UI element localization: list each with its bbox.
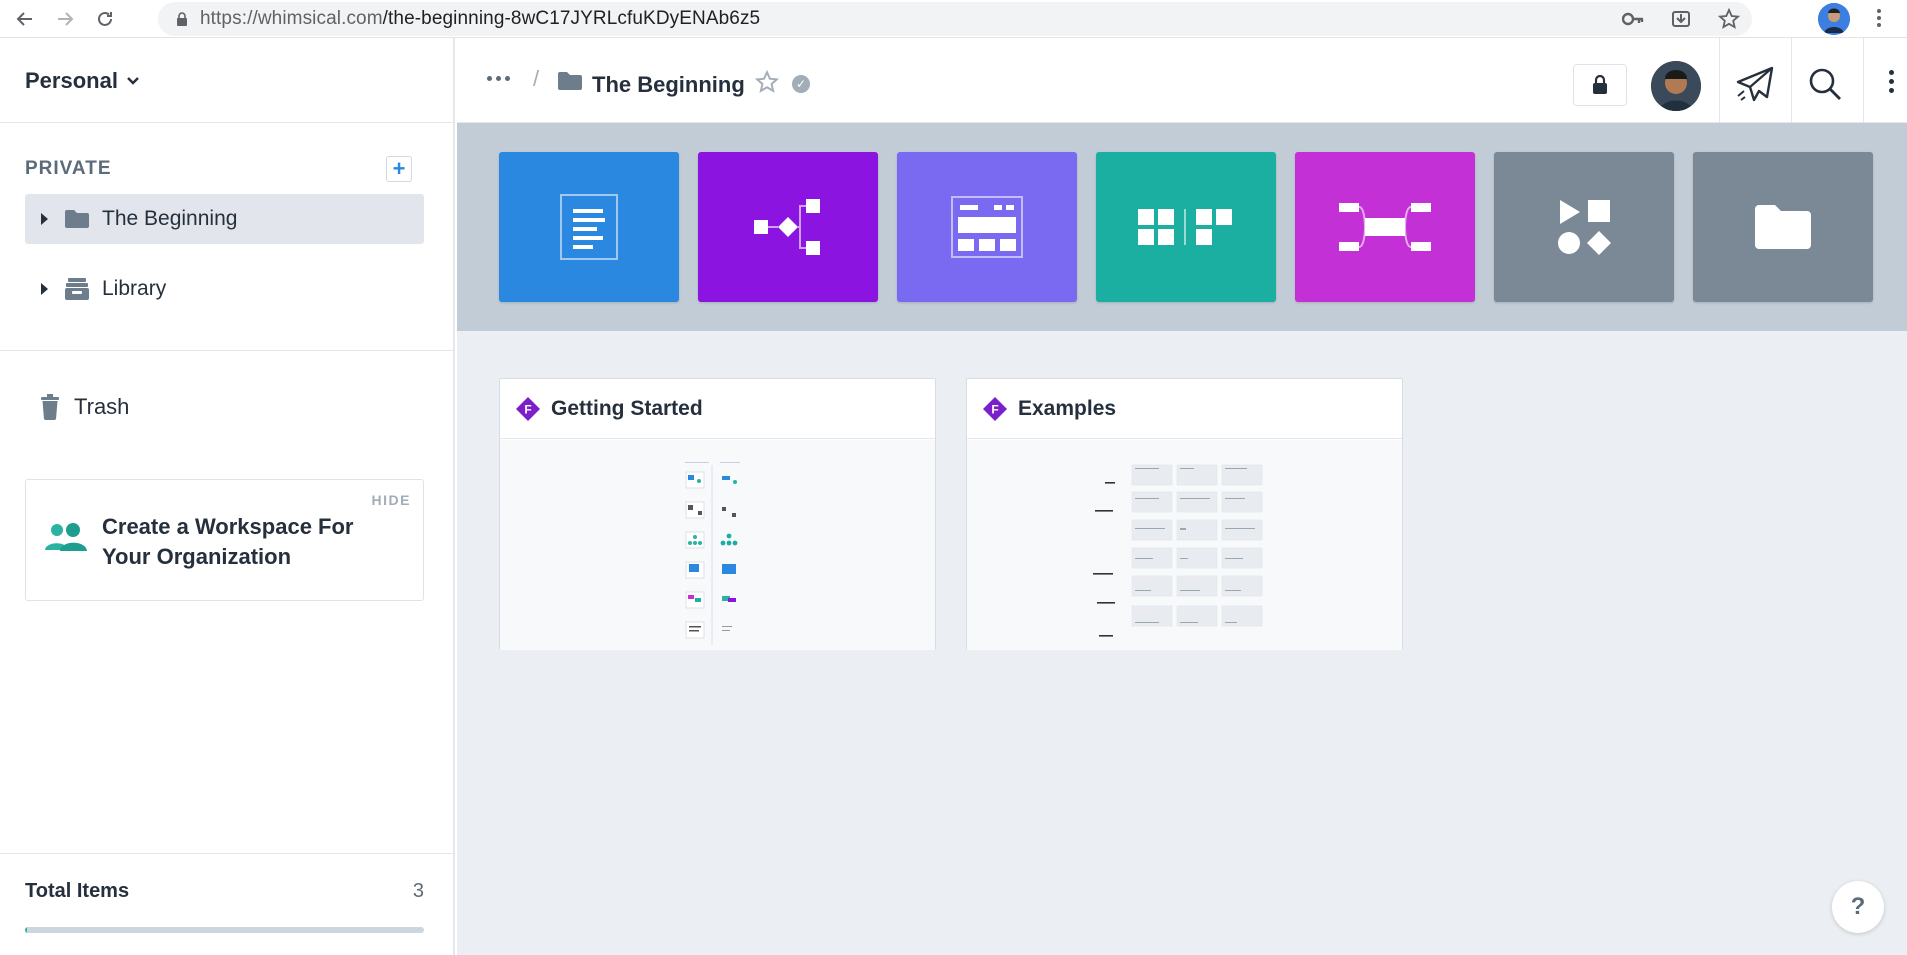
divider: [0, 122, 455, 123]
divider: [0, 853, 455, 854]
browser-profile-avatar[interactable]: [1818, 3, 1850, 35]
create-sticky-notes-tile[interactable]: [1096, 152, 1276, 302]
help-button[interactable]: ?: [1832, 881, 1884, 933]
promo-text: Create a Workspace For Your Organization: [102, 514, 354, 569]
section-label-private: PRIVATE: [25, 158, 112, 179]
install-icon[interactable]: [1670, 8, 1692, 30]
search-icon[interactable]: [1803, 62, 1847, 106]
folder-content: F Getting Started F Examples: [457, 331, 1907, 955]
lock-icon: [1593, 75, 1607, 94]
folder-icon: [557, 71, 583, 96]
bookmark-star-icon[interactable]: [1718, 8, 1740, 30]
sidebar-item-library[interactable]: Library: [25, 264, 424, 314]
usage-progress-fill: [25, 927, 27, 933]
total-items-row: Total Items 3: [25, 880, 424, 903]
file-title: Examples: [1018, 396, 1117, 420]
flowchart-badge-icon: F: [515, 396, 541, 422]
create-flowchart-tile[interactable]: [698, 152, 878, 302]
key-icon[interactable]: [1622, 8, 1644, 30]
file-title: Getting Started: [551, 396, 703, 420]
file-thumbnail: [967, 440, 1402, 650]
workspace-promo-card[interactable]: HIDE Create a Workspace For Your Organiz…: [25, 479, 424, 601]
privacy-lock-button[interactable]: [1573, 64, 1627, 106]
verified-check-icon: ✓: [792, 75, 810, 93]
svg-text:F: F: [524, 402, 531, 416]
total-items-count: 3: [412, 880, 424, 902]
secure-lock-icon: [176, 12, 188, 26]
mind-map-icon: [1339, 203, 1431, 251]
breadcrumb-more-icon[interactable]: [487, 76, 510, 81]
share-send-icon[interactable]: [1733, 62, 1777, 106]
divider: [1719, 38, 1720, 123]
create-folder-tile[interactable]: [1693, 152, 1873, 302]
expand-caret-icon[interactable]: [41, 213, 48, 225]
url-path: /the-beginning-8wC17JYRLcfuKDyENAb6z5: [382, 8, 761, 29]
trash-icon: [41, 394, 59, 420]
main-header: / The Beginning ✓: [457, 38, 1907, 123]
flowchart-icon: [754, 199, 820, 255]
divider: [1791, 38, 1792, 123]
chevron-down-icon: [127, 77, 139, 85]
folder-icon: [64, 208, 90, 230]
sidebar: Personal PRIVATE + The Beginning Library…: [0, 38, 455, 955]
sidebar-item-trash[interactable]: Trash: [40, 394, 129, 420]
add-item-button[interactable]: +: [386, 156, 412, 182]
create-new-bar: [457, 123, 1907, 331]
file-card-examples[interactable]: F Examples: [966, 378, 1403, 650]
create-wireframe-tile[interactable]: [897, 152, 1077, 302]
document-icon: [560, 194, 618, 260]
sidebar-item-the-beginning[interactable]: The Beginning: [25, 194, 424, 244]
file-card-getting-started[interactable]: F Getting Started: [499, 378, 936, 650]
wireframe-icon: [951, 196, 1023, 258]
favorite-star-icon[interactable]: [754, 69, 780, 101]
browser-toolbar: https://whimsical.com/the-beginning-8wC1…: [0, 0, 1907, 38]
sticky-notes-icon: [1138, 209, 1232, 245]
sidebar-item-label: The Beginning: [102, 207, 238, 230]
divider: [0, 350, 455, 351]
sidebar-item-label: Library: [102, 277, 167, 300]
library-icon: [64, 278, 90, 300]
create-mind-map-tile[interactable]: [1295, 152, 1475, 302]
svg-text:F: F: [991, 402, 998, 416]
page-title[interactable]: The Beginning: [592, 72, 745, 98]
trash-label: Trash: [74, 394, 130, 419]
create-project-tile[interactable]: [1494, 152, 1674, 302]
more-options-icon[interactable]: [1887, 66, 1895, 102]
usage-progress-bar: [25, 927, 424, 933]
url-text: https://whimsical.com/the-beginning-8wC1…: [200, 8, 760, 30]
workspace-name: Personal: [25, 68, 118, 93]
reload-icon[interactable]: [90, 4, 120, 34]
shapes-icon: [1558, 200, 1611, 255]
hide-promo-button[interactable]: HIDE: [372, 492, 411, 508]
browser-menu-icon[interactable]: [1872, 6, 1886, 32]
create-doc-tile[interactable]: [499, 152, 679, 302]
divider: [1863, 38, 1864, 123]
flowchart-badge-icon: F: [982, 396, 1008, 422]
expand-caret-icon[interactable]: [41, 283, 48, 295]
folder-icon: [1755, 205, 1811, 249]
user-avatar[interactable]: [1651, 61, 1701, 111]
url-host: https://whimsical.com: [200, 8, 383, 29]
team-icon: [44, 522, 88, 557]
file-thumbnail: [500, 440, 935, 650]
address-bar[interactable]: https://whimsical.com/the-beginning-8wC1…: [158, 2, 1752, 36]
breadcrumb-separator: /: [533, 66, 540, 91]
back-icon[interactable]: [10, 4, 40, 34]
workspace-switcher[interactable]: Personal: [25, 68, 140, 94]
total-items-label: Total Items: [25, 880, 130, 902]
forward-icon[interactable]: [50, 4, 80, 34]
